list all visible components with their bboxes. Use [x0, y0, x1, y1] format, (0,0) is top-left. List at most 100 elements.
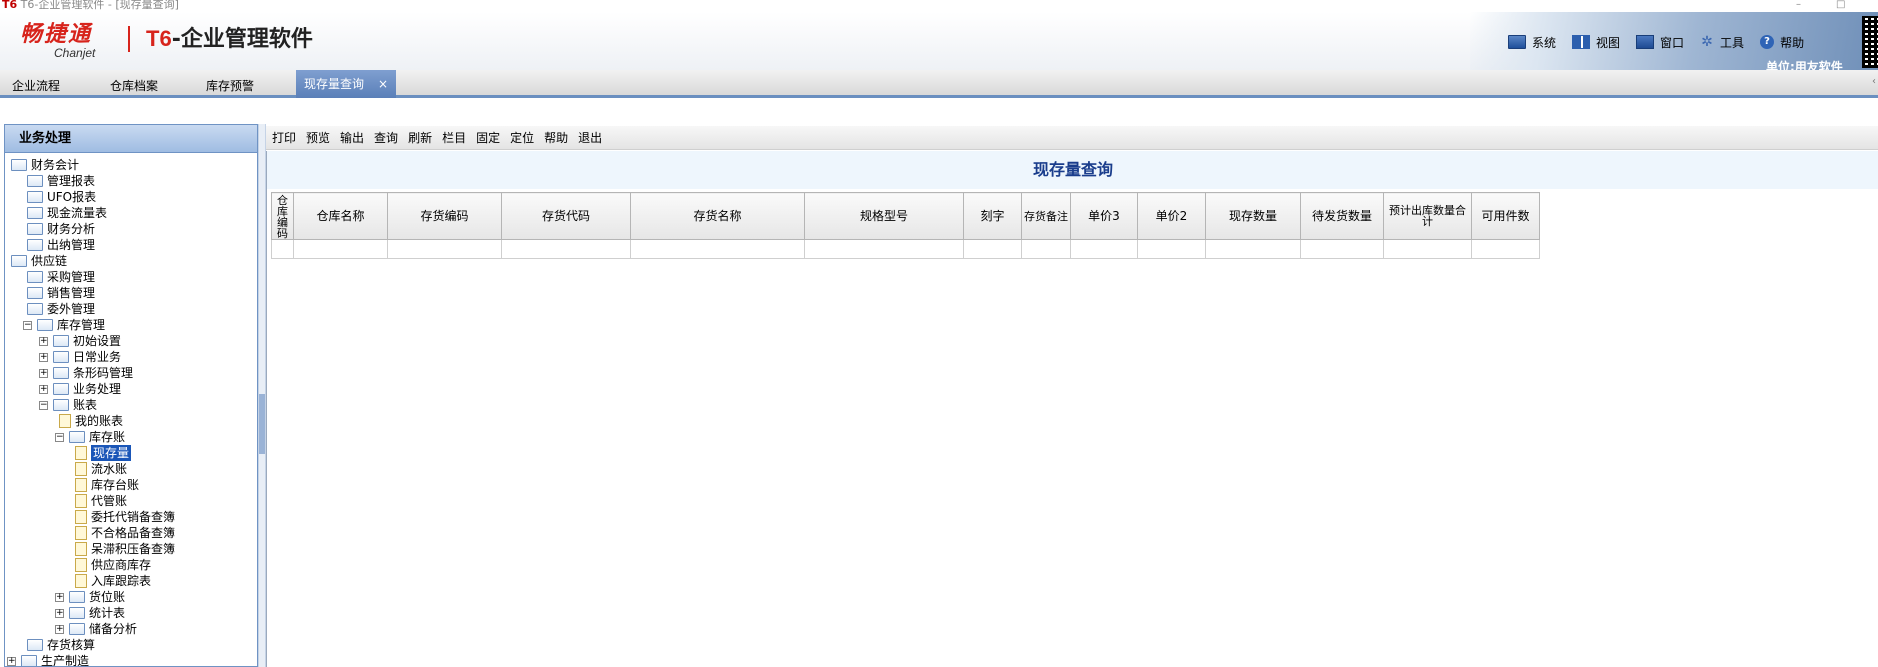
expand-icon[interactable]: + [7, 657, 16, 666]
help-button[interactable]: 帮助 [544, 129, 574, 146]
tree-node[interactable]: − 账表 [5, 397, 257, 413]
col-warehouse-code[interactable]: 仓库编码 [271, 192, 294, 240]
tree-node[interactable]: + 初始设置 [5, 333, 257, 349]
tree-node[interactable]: + 货位账 [5, 589, 257, 605]
minimize-button[interactable]: – [1796, 0, 1801, 10]
expand-icon[interactable]: + [39, 369, 48, 378]
query-button[interactable]: 查询 [374, 129, 404, 146]
freeze-button[interactable]: 固定 [476, 129, 506, 146]
grid-cell[interactable] [1471, 239, 1540, 259]
tree-node[interactable]: 呆滞积压备查簿 [5, 541, 257, 557]
preview-button[interactable]: 预览 [306, 129, 336, 146]
tree-node[interactable]: 供应商库存 [5, 557, 257, 573]
tree-node[interactable]: 不合格品备查簿 [5, 525, 257, 541]
tree-node[interactable]: 我的账表 [5, 413, 257, 429]
close-tab-icon[interactable]: × [378, 77, 388, 91]
grid-cell[interactable] [963, 239, 1022, 259]
tree-node[interactable]: 销售管理 [5, 285, 257, 301]
locate-button[interactable]: 定位 [510, 129, 540, 146]
grid-cell[interactable] [1070, 239, 1138, 259]
expand-icon[interactable]: + [39, 385, 48, 394]
tab-scroll-arrow-icon[interactable]: ‹ [1872, 76, 1876, 87]
tree-node[interactable]: + 生产制造 [5, 653, 257, 666]
tree-node[interactable]: 现金流量表 [5, 205, 257, 221]
tree-node[interactable]: + 统计表 [5, 605, 257, 621]
tree-node[interactable]: + 条形码管理 [5, 365, 257, 381]
tree-node-label: UFO报表 [47, 190, 97, 204]
tree-node-label: 储备分析 [89, 622, 138, 636]
grid-cell[interactable] [1383, 239, 1472, 259]
grid-cell[interactable] [804, 239, 964, 259]
refresh-button[interactable]: 刷新 [408, 129, 438, 146]
folder-icon [69, 623, 85, 635]
col-item-name[interactable]: 存货名称 [630, 192, 805, 240]
tab-warehouse-archive[interactable]: 仓库档案 [98, 74, 170, 98]
export-button[interactable]: 输出 [340, 129, 370, 146]
grid-cell[interactable] [1021, 239, 1071, 259]
tab-enterprise-flow[interactable]: 企业流程 [0, 74, 72, 98]
tree-node[interactable]: 流水账 [5, 461, 257, 477]
col-available-pieces[interactable]: 可用件数 [1471, 192, 1540, 240]
grid-cell[interactable] [387, 239, 502, 259]
col-item-remark[interactable]: 存货备注 [1021, 192, 1071, 240]
collapse-icon[interactable]: − [23, 321, 32, 330]
tree-node[interactable]: + 日常业务 [5, 349, 257, 365]
tree-node[interactable]: − 库存账 [5, 429, 257, 445]
col-onhand-qty[interactable]: 现存数量 [1205, 192, 1301, 240]
tree-node[interactable]: 委外管理 [5, 301, 257, 317]
grid-cell[interactable] [1205, 239, 1301, 259]
menu-tools[interactable]: ✲ 工具 [1700, 34, 1744, 51]
grid-cell[interactable] [501, 239, 631, 259]
tree-node[interactable]: 管理报表 [5, 173, 257, 189]
menu-help[interactable]: ? 帮助 [1760, 34, 1804, 51]
maximize-button[interactable]: □ [1836, 0, 1845, 10]
expand-icon[interactable]: + [39, 353, 48, 362]
col-warehouse-name[interactable]: 仓库名称 [293, 192, 388, 240]
tree-node[interactable]: 委托代销备查簿 [5, 509, 257, 525]
menu-view[interactable]: 视图 [1572, 34, 1620, 51]
tab-inventory-alert[interactable]: 库存预警 [194, 74, 266, 98]
tab-stock-query[interactable]: 现存量查询 × [296, 70, 397, 98]
menu-system[interactable]: 系统 [1508, 34, 1556, 51]
grid-cell[interactable] [1300, 239, 1384, 259]
tree-node[interactable]: 财务分析 [5, 221, 257, 237]
splitter-grip[interactable] [259, 394, 265, 454]
grid-cell[interactable] [1137, 239, 1206, 259]
tree-node[interactable]: 库存台账 [5, 477, 257, 493]
col-item-alias[interactable]: 存货代码 [501, 192, 631, 240]
tree-node[interactable]: UFO报表 [5, 189, 257, 205]
expand-icon[interactable]: + [55, 625, 64, 634]
exit-button[interactable]: 退出 [578, 129, 608, 146]
menu-window[interactable]: 窗口 [1636, 34, 1684, 51]
col-price2[interactable]: 单价2 [1137, 192, 1206, 240]
print-button[interactable]: 打印 [272, 129, 302, 146]
grid-cell[interactable] [293, 239, 388, 259]
tree-node[interactable]: + 业务处理 [5, 381, 257, 397]
collapse-icon[interactable]: − [55, 433, 64, 442]
col-price3[interactable]: 单价3 [1070, 192, 1138, 240]
tree-node[interactable]: + 储备分析 [5, 621, 257, 637]
col-expected-out-total[interactable]: 预计出库数量合计 [1383, 192, 1472, 240]
expand-icon[interactable]: + [55, 609, 64, 618]
panel-splitter[interactable] [258, 124, 266, 667]
tree-node[interactable]: 现存量 [5, 445, 257, 461]
collapse-icon[interactable]: − [39, 401, 48, 410]
columns-button[interactable]: 栏目 [442, 129, 472, 146]
col-pending-ship-qty[interactable]: 待发货数量 [1300, 192, 1384, 240]
folder-icon [11, 159, 27, 171]
expand-icon[interactable]: + [55, 593, 64, 602]
tree-node[interactable]: 采购管理 [5, 269, 257, 285]
tree-node[interactable]: 入库跟踪表 [5, 573, 257, 589]
tree-node[interactable]: 供应链 [5, 253, 257, 269]
grid-cell[interactable] [271, 239, 294, 259]
tree-node[interactable]: 存货核算 [5, 637, 257, 653]
tree-node[interactable]: − 库存管理 [5, 317, 257, 333]
col-spec[interactable]: 规格型号 [804, 192, 964, 240]
tree-node[interactable]: 代管账 [5, 493, 257, 509]
tree-node[interactable]: 财务会计 [5, 157, 257, 173]
tree-node[interactable]: 出纳管理 [5, 237, 257, 253]
expand-icon[interactable]: + [39, 337, 48, 346]
grid-cell[interactable] [630, 239, 805, 259]
col-engraving[interactable]: 刻字 [963, 192, 1022, 240]
col-item-code[interactable]: 存货编码 [387, 192, 502, 240]
